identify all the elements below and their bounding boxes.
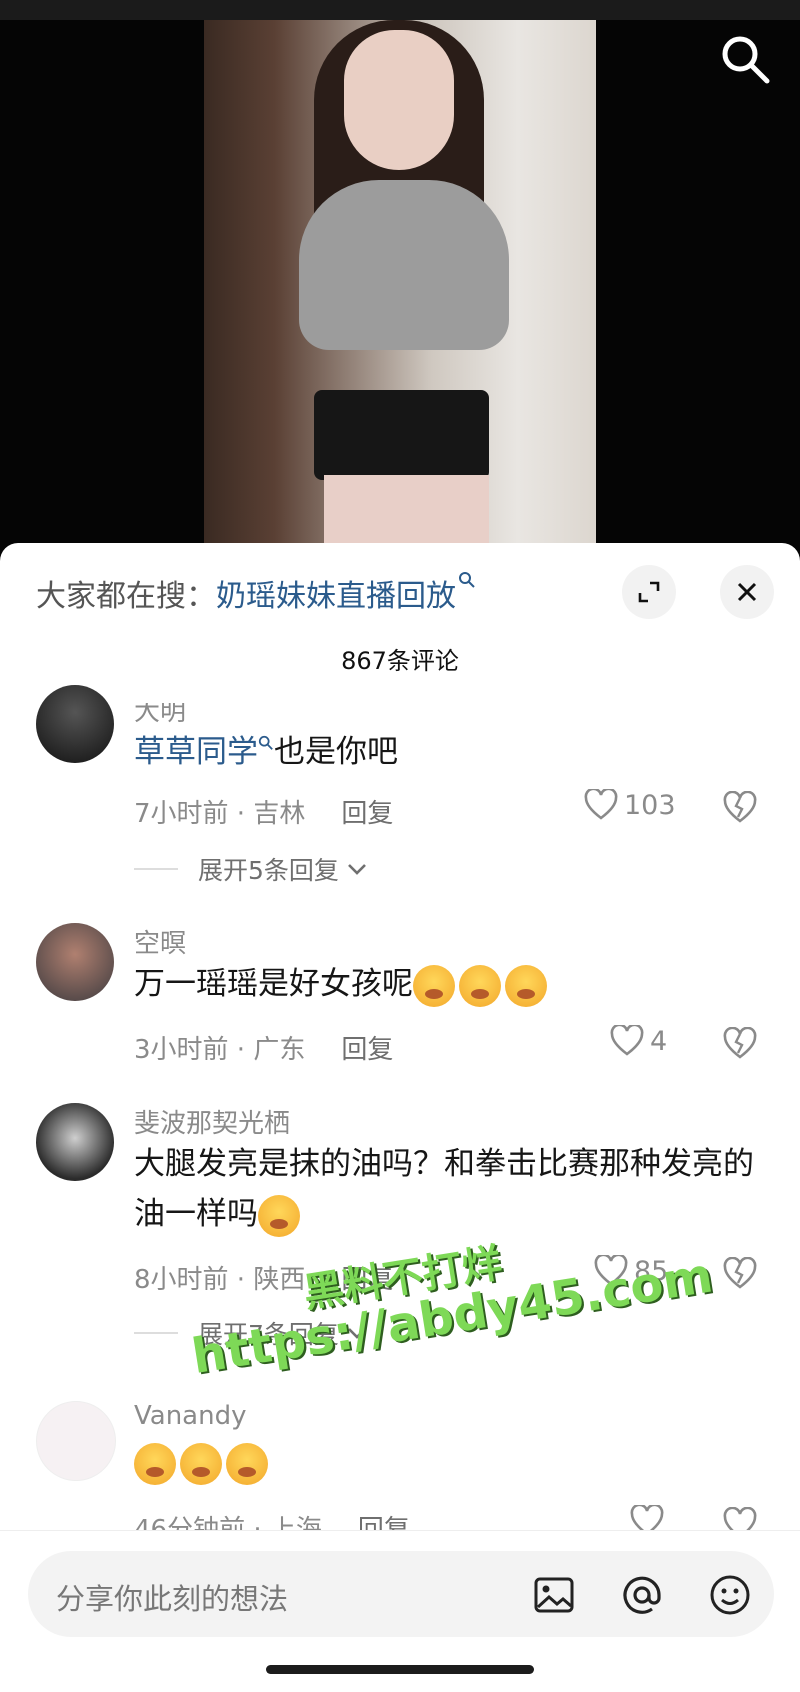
comment-username[interactable]: 大明 <box>134 703 186 728</box>
like-button[interactable]: 85 <box>594 1255 668 1287</box>
comment-item: 斐波那契光栖 大腿发亮是抹的油吗？和拳击比赛那种发亮的油一样吗 8小时前 · 陕… <box>0 1103 800 1363</box>
broken-heart-icon[interactable] <box>722 1506 758 1531</box>
close-icon[interactable] <box>720 565 774 619</box>
comment-text-body: 大腿发亮是抹的油吗？和拳击比赛那种发亮的油一样吗 <box>134 1146 754 1232</box>
hot-search-keyword[interactable]: 奶瑶妹妹直播回放 <box>216 579 456 614</box>
comment-input[interactable]: 分享你此刻的想法 <box>28 1551 774 1637</box>
comment-text: 万一瑶瑶是好女孩呢 <box>134 959 754 1009</box>
search-small-icon <box>459 572 475 588</box>
at-icon[interactable] <box>620 1573 664 1617</box>
video-player[interactable] <box>0 0 800 560</box>
comment-item: 空暝 万一瑶瑶是好女孩呢 3小时前 · 广东 回复 4 <box>0 923 800 1083</box>
like-button[interactable]: 4 <box>610 1025 667 1057</box>
broken-heart-icon[interactable] <box>722 790 758 827</box>
comment-username[interactable]: 斐波那契光栖 <box>134 1103 290 1140</box>
crying-emoji-icon <box>413 964 455 1007</box>
comment-text: 大腿发亮是抹的油吗？和拳击比赛那种发亮的油一样吗 <box>134 1139 754 1239</box>
heart-icon <box>630 1505 664 1531</box>
home-indicator <box>266 1665 534 1674</box>
like-button[interactable] <box>630 1505 670 1531</box>
shocked-emoji-icon <box>226 1442 268 1485</box>
comment-sheet: 大家都在搜：奶瑶妹妹直播回放 867条评论 大明 草草同学 也是你吧 7小时前 ·… <box>0 543 800 1691</box>
comment-time: 46分钟前 · 上海 <box>134 1515 322 1531</box>
hot-search-prefix: 大家都在搜： <box>36 579 216 614</box>
broken-heart-icon[interactable] <box>722 1026 758 1063</box>
comment-time: 3小时前 · 广东 <box>134 1035 306 1065</box>
divider <box>134 1332 178 1334</box>
reply-button[interactable]: 回复 <box>341 1035 393 1065</box>
figure-head <box>344 30 454 170</box>
expand-replies-button[interactable]: 展开7条回复 <box>134 1315 369 1351</box>
comment-meta: 46分钟前 · 上海 回复 <box>134 1509 410 1531</box>
comment-count: 867条评论 <box>341 647 459 675</box>
reply-button[interactable]: 回复 <box>341 1265 393 1295</box>
chevron-down-icon <box>347 1328 366 1339</box>
crying-emoji-icon <box>505 964 547 1007</box>
thinking-emoji-icon <box>258 1194 300 1237</box>
reply-button[interactable]: 回复 <box>341 799 393 829</box>
reply-button[interactable]: 回复 <box>358 1515 410 1531</box>
hot-search-bar[interactable]: 大家都在搜：奶瑶妹妹直播回放 <box>36 571 476 615</box>
like-button[interactable]: 103 <box>584 789 676 821</box>
shocked-emoji-icon <box>134 1442 176 1485</box>
comment-input-bar: 分享你此刻的想法 <box>0 1530 800 1692</box>
emoji-icon[interactable] <box>708 1573 752 1617</box>
shocked-emoji-icon <box>180 1442 222 1485</box>
comment-username[interactable]: Vanandy <box>134 1401 246 1431</box>
comment-time: 7小时前 · 吉林 <box>134 799 306 829</box>
comment-text-body: 万一瑶瑶是好女孩呢 <box>134 966 413 1002</box>
like-count: 4 <box>650 1025 668 1057</box>
comment-meta: 8小时前 · 陕西 回复 <box>134 1259 393 1296</box>
like-count: 85 <box>634 1255 669 1287</box>
comment-item: 大明 草草同学 也是你吧 7小时前 · 吉林 回复 103 展开5条回复 <box>0 685 800 903</box>
heart-icon <box>594 1255 628 1286</box>
crying-emoji-icon <box>459 964 501 1007</box>
comment-username[interactable]: 空暝 <box>134 923 186 960</box>
video-frame <box>204 20 596 560</box>
divider <box>134 868 178 870</box>
expand-replies-label: 展开5条回复 <box>198 856 339 885</box>
comment-meta: 7小时前 · 吉林 回复 <box>134 793 393 830</box>
expand-icon[interactable] <box>622 565 676 619</box>
image-icon[interactable] <box>532 1573 576 1617</box>
expand-replies-label: 展开7条回复 <box>198 1320 339 1349</box>
status-bar <box>0 0 800 20</box>
figure-body <box>299 180 509 350</box>
heart-icon <box>610 1025 644 1056</box>
like-count: 103 <box>624 789 676 821</box>
comment-text <box>134 1437 754 1487</box>
comment-meta: 3小时前 · 广东 回复 <box>134 1029 393 1066</box>
expand-replies-button[interactable]: 展开5条回复 <box>134 851 369 887</box>
comment-item: Vanandy 46分钟前 · 上海 回复 <box>0 1401 800 1531</box>
broken-heart-icon[interactable] <box>722 1256 758 1293</box>
avatar[interactable] <box>36 1103 114 1181</box>
figure-shorts <box>314 390 489 480</box>
avatar[interactable] <box>36 685 114 763</box>
search-small-icon <box>258 735 273 750</box>
search-icon[interactable] <box>718 32 774 88</box>
heart-icon <box>584 789 618 820</box>
chevron-down-icon <box>347 864 366 875</box>
avatar[interactable] <box>36 923 114 1001</box>
comment-time: 8小时前 · 陕西 <box>134 1265 306 1295</box>
avatar[interactable] <box>36 1401 116 1481</box>
comment-text-body: 也是你吧 <box>274 734 398 770</box>
comment-text: 草草同学 也是你吧 <box>134 727 754 777</box>
comment-input-placeholder: 分享你此刻的想法 <box>56 1582 289 1616</box>
mention-link[interactable]: 草草同学 <box>134 734 258 770</box>
